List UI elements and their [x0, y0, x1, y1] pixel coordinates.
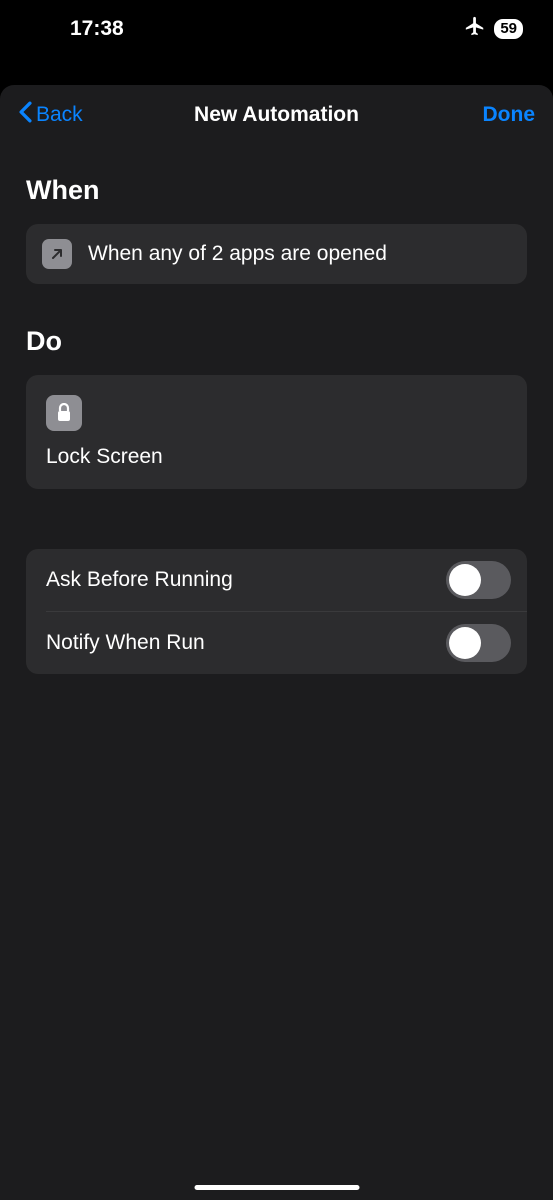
app-open-icon — [42, 239, 72, 269]
ask-before-running-toggle[interactable] — [446, 561, 511, 599]
nav-bar: Back New Automation Done — [0, 85, 553, 145]
battery-indicator: 59 — [494, 19, 523, 39]
when-trigger-cell[interactable]: When any of 2 apps are opened — [26, 224, 527, 284]
status-time: 17:38 — [70, 17, 124, 41]
do-action-cell[interactable]: Lock Screen — [26, 375, 527, 489]
back-button[interactable]: Back — [18, 101, 83, 129]
toggle-knob — [449, 564, 481, 596]
toggle-knob — [449, 627, 481, 659]
notify-when-run-toggle[interactable] — [446, 624, 511, 662]
status-bar: 17:38 59 — [0, 0, 553, 57]
home-indicator[interactable] — [194, 1185, 359, 1190]
automation-sheet: Back New Automation Done When When any o… — [0, 85, 553, 1200]
lock-icon — [46, 395, 82, 431]
when-trigger-group: When any of 2 apps are opened — [26, 224, 527, 284]
spacer — [0, 489, 553, 549]
ask-before-running-cell: Ask Before Running — [26, 549, 527, 611]
do-action-label: Lock Screen — [46, 445, 507, 469]
page-title: New Automation — [194, 103, 359, 127]
chevron-left-icon — [18, 101, 33, 129]
notify-when-run-cell: Notify When Run — [26, 612, 527, 674]
do-section-label: Do — [0, 284, 553, 375]
notify-when-run-label: Notify When Run — [46, 631, 205, 655]
when-section-label: When — [0, 145, 553, 224]
options-group: Ask Before Running Notify When Run — [26, 549, 527, 674]
done-button[interactable]: Done — [483, 103, 536, 127]
airplane-mode-icon — [464, 15, 486, 42]
status-icons: 59 — [464, 15, 523, 42]
ask-before-running-label: Ask Before Running — [46, 568, 233, 592]
do-action-group: Lock Screen — [26, 375, 527, 489]
when-trigger-text: When any of 2 apps are opened — [88, 242, 387, 266]
back-label: Back — [36, 103, 83, 127]
